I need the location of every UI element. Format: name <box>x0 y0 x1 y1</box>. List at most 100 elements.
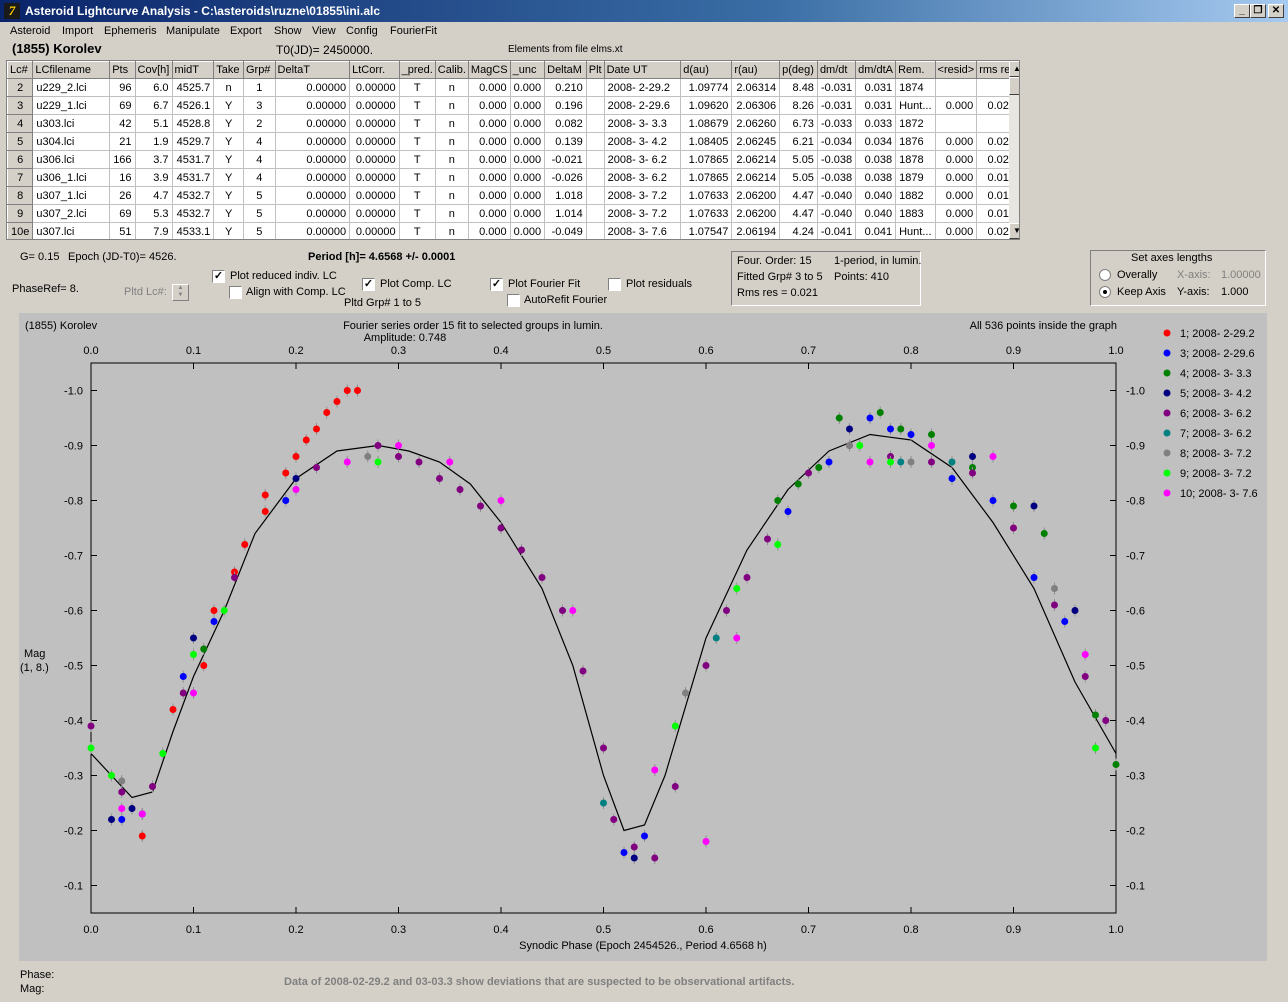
legend-label: 9; 2008- 3- 7.2 <box>1180 468 1252 480</box>
data-point <box>835 414 843 422</box>
data-point <box>610 816 618 823</box>
chart-asteroid-name: (1855) Korolev <box>25 320 98 332</box>
legend-label: 10; 2008- 3- 7.6 <box>1180 488 1258 500</box>
data-point <box>1092 744 1099 752</box>
data-point <box>354 387 361 394</box>
x-tick-label: 0.6 <box>698 924 713 936</box>
data-point <box>948 458 956 466</box>
lightcurve-chart[interactable]: (1855) Korolev Fourier series order 15 f… <box>0 0 1288 1002</box>
y-tick-label: -0.6 <box>64 606 83 618</box>
data-point <box>866 414 874 422</box>
data-point <box>118 816 126 823</box>
data-point <box>702 662 710 669</box>
y-tick-label-right: -0.4 <box>1126 716 1145 728</box>
y-tick-label-right: -0.5 <box>1126 661 1145 673</box>
data-point <box>241 541 249 548</box>
y-tick-label: -0.8 <box>64 496 83 508</box>
data-point <box>569 607 577 614</box>
data-point <box>292 453 300 460</box>
data-point <box>630 854 638 862</box>
data-point <box>1112 761 1120 768</box>
data-point <box>313 464 320 471</box>
legend-marker <box>1163 429 1171 437</box>
x-tick-label-top: 1.0 <box>1108 345 1123 357</box>
data-point <box>210 607 218 614</box>
data-point <box>579 667 587 675</box>
data-point <box>456 486 464 493</box>
data-point <box>928 442 935 449</box>
data-point <box>1010 524 1017 532</box>
legend-marker <box>1163 369 1171 377</box>
x-tick-label: 0.0 <box>83 924 98 936</box>
legend-label: 8; 2008- 3- 7.2 <box>1180 448 1252 460</box>
x-tick-label: 0.7 <box>801 924 816 936</box>
data-point <box>805 469 812 477</box>
data-point <box>1030 502 1038 510</box>
chart-amplitude: Amplitude: 0.748 <box>364 332 447 344</box>
data-point <box>1081 673 1089 680</box>
y-tick-label: -0.9 <box>64 441 83 453</box>
data-point <box>261 491 269 499</box>
data-point <box>733 585 741 592</box>
data-point <box>733 634 741 642</box>
y-tick-label: -0.2 <box>64 826 83 838</box>
legend-label: 5; 2008- 3- 4.2 <box>1180 388 1252 400</box>
data-point <box>784 508 792 515</box>
data-point <box>169 706 177 713</box>
y-tick-label-right: -0.2 <box>1126 826 1145 838</box>
data-point <box>907 458 915 466</box>
data-point <box>630 843 638 851</box>
data-point <box>794 480 802 488</box>
y-tick-label-right: -0.3 <box>1126 771 1145 783</box>
data-point <box>200 645 208 653</box>
data-point <box>651 766 659 774</box>
x-tick-label: 0.5 <box>596 924 611 936</box>
chart-points-inside: All 536 points inside the graph <box>970 320 1117 332</box>
y-tick-label-right: -0.1 <box>1126 881 1145 893</box>
data-point <box>989 497 997 504</box>
x-tick-label-top: 0.3 <box>391 345 406 357</box>
y-axis-title: Mag <box>24 648 45 660</box>
data-point <box>651 854 659 862</box>
data-point <box>600 799 607 807</box>
data-point <box>231 574 238 581</box>
x-tick-label-top: 0.5 <box>596 345 611 357</box>
data-point <box>138 832 146 840</box>
data-point <box>108 772 115 779</box>
data-point <box>1081 651 1089 658</box>
data-point <box>969 469 976 477</box>
legend-marker <box>1163 449 1171 457</box>
data-point <box>866 458 874 466</box>
data-point <box>928 458 935 466</box>
y-tick-label: -0.3 <box>64 771 83 783</box>
data-point <box>118 777 126 785</box>
data-point <box>343 387 351 394</box>
data-point <box>712 634 720 642</box>
data-point <box>969 453 976 460</box>
data-point <box>179 673 187 680</box>
data-point <box>497 497 505 504</box>
chart-subtitle: Fourier series order 15 fit to selected … <box>343 320 603 332</box>
data-point <box>856 442 864 449</box>
y-tick-label: -0.5 <box>64 661 83 673</box>
data-point <box>477 502 484 510</box>
x-tick-label: 0.2 <box>288 924 303 936</box>
data-point <box>292 475 300 482</box>
data-point <box>743 574 751 581</box>
data-point <box>261 508 269 515</box>
data-point <box>671 722 679 730</box>
x-tick-label: 0.4 <box>493 924 508 936</box>
data-point <box>149 783 156 790</box>
data-point <box>220 607 228 614</box>
data-point <box>395 453 402 460</box>
data-point <box>887 425 894 433</box>
data-point <box>323 409 331 416</box>
x-tick-label: 0.8 <box>903 924 918 936</box>
data-point <box>374 442 382 449</box>
x-tick-label: 0.3 <box>391 924 406 936</box>
legend-marker <box>1163 409 1171 417</box>
y-tick-label: -0.1 <box>64 881 83 893</box>
x-tick-label-top: 0.4 <box>493 345 508 357</box>
x-tick-label-top: 0.6 <box>698 345 713 357</box>
data-point <box>497 524 505 532</box>
